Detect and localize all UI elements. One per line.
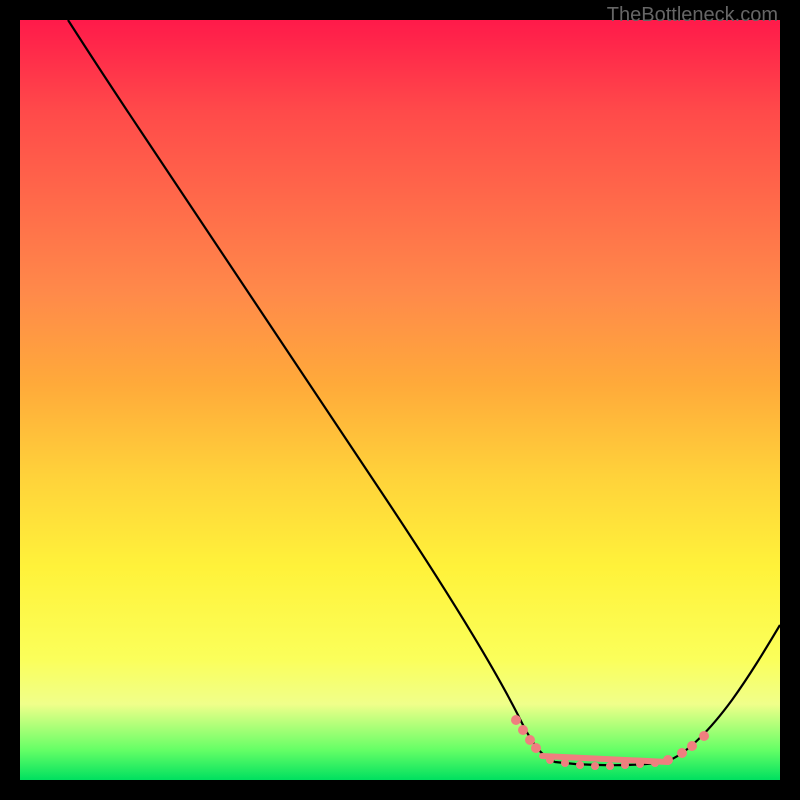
sweet-spot-markers [511, 715, 709, 770]
bottleneck-curve [20, 20, 780, 780]
curve-path [68, 20, 780, 765]
